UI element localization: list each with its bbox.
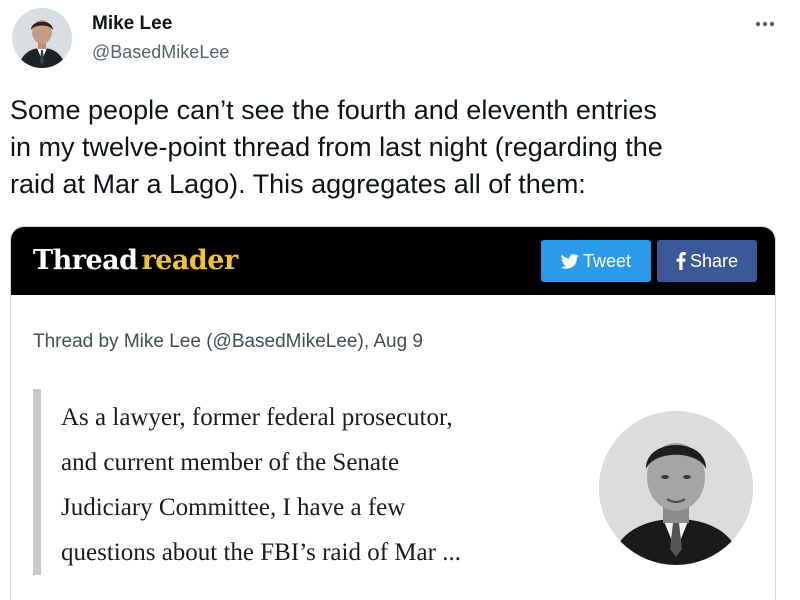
link-preview-card[interactable]: Thread reader Tweet Share Thread by Mike … xyxy=(10,226,776,600)
author-name[interactable]: Mike Lee xyxy=(92,13,172,35)
share-button-label: Share xyxy=(689,250,739,271)
twitter-bird-icon xyxy=(560,253,579,269)
tweet-text: Some people can’t see the fourth and ele… xyxy=(10,95,663,199)
quote-bar xyxy=(33,389,41,575)
brand-word-thread: Thread xyxy=(33,245,138,276)
facebook-f-icon xyxy=(676,252,686,270)
threadreader-logo: Thread reader xyxy=(33,245,238,276)
tweet-button-label: Tweet xyxy=(582,250,632,271)
author-handle[interactable]: @BasedMikeLee xyxy=(92,42,229,63)
card-header: Thread reader Tweet Share xyxy=(11,227,775,295)
thread-byline: Thread by Mike Lee (@BasedMikeLee), Aug … xyxy=(33,331,423,352)
quote-text: As a lawyer, former federal prosecutor, … xyxy=(61,404,461,566)
more-options-button[interactable] xyxy=(748,12,782,36)
profile-photo-icon xyxy=(12,8,72,68)
tweet: Mike Lee @BasedMikeLee Some people can’t… xyxy=(0,0,800,600)
author-avatar[interactable] xyxy=(12,8,72,68)
tweet-button[interactable]: Tweet xyxy=(541,240,651,282)
author-portrait-icon xyxy=(599,411,753,565)
brand-word-reader: reader xyxy=(141,245,239,276)
more-horizontal-icon xyxy=(755,21,775,27)
share-button[interactable]: Share xyxy=(657,240,757,282)
author-portrait xyxy=(599,411,753,565)
